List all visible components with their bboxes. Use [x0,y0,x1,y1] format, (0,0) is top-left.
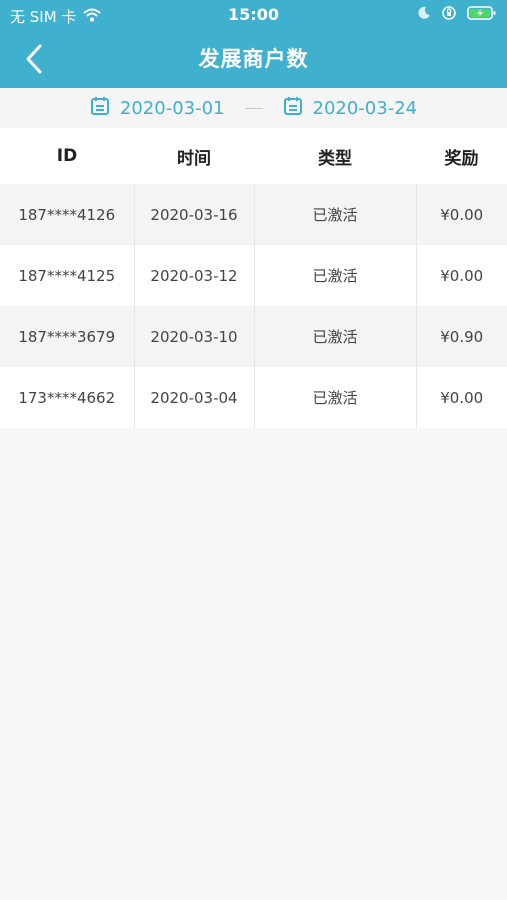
rotation-lock-icon [441,5,457,25]
cell-reward: ¥0.00 [416,367,507,428]
end-date-picker[interactable]: 2020-03-24 [283,96,418,121]
header-reward: 奖励 [416,128,507,184]
header-time: 时间 [134,128,254,184]
cell-type: 已激活 [254,245,417,306]
cell-type: 已激活 [254,367,417,428]
header-type: 类型 [254,128,416,184]
moon-icon [417,6,431,24]
page-title: 发展商户数 [198,47,309,71]
cell-time: 2020-03-04 [134,367,255,428]
nav-bar: 发展商户数 [0,30,507,88]
table-row[interactable]: 187****4126 2020-03-16 已激活 ¥0.00 [0,184,507,245]
status-bar: 无 SIM 卡 15:00 [0,0,507,30]
cell-id: 187****3679 [0,306,135,367]
calendar-icon [283,96,303,121]
cell-time: 2020-03-16 [134,184,255,245]
calendar-icon [90,96,110,121]
start-date-picker[interactable]: 2020-03-01 [90,96,225,121]
table-header-row: ID 时间 类型 奖励 [0,128,507,184]
table-row[interactable]: 187****3679 2020-03-10 已激活 ¥0.90 [0,306,507,367]
cell-id: 187****4126 [0,184,135,245]
cell-type: 已激活 [254,184,417,245]
cell-id: 187****4125 [0,245,135,306]
header-id: ID [0,128,134,184]
date-range-bar: 2020-03-01 2020-03-24 [0,88,507,128]
table-row[interactable]: 187****4125 2020-03-12 已激活 ¥0.00 [0,245,507,306]
cell-time: 2020-03-10 [134,306,255,367]
cell-reward: ¥0.00 [416,245,507,306]
battery-icon [467,5,497,25]
start-date-text: 2020-03-01 [119,97,225,119]
cell-reward: ¥0.00 [416,184,507,245]
end-date-text: 2020-03-24 [312,97,418,119]
range-separator [244,107,263,109]
cell-reward: ¥0.90 [416,306,507,367]
header: 无 SIM 卡 15:00 发展商户数 [0,0,507,88]
cell-id: 173****4662 [0,367,135,428]
cell-type: 已激活 [254,306,417,367]
table-row[interactable]: 173****4662 2020-03-04 已激活 ¥0.00 [0,367,507,428]
merchant-table: ID 时间 类型 奖励 187****4126 2020-03-16 已激活 ¥… [0,128,507,428]
status-right [417,5,497,25]
cell-time: 2020-03-12 [134,245,255,306]
